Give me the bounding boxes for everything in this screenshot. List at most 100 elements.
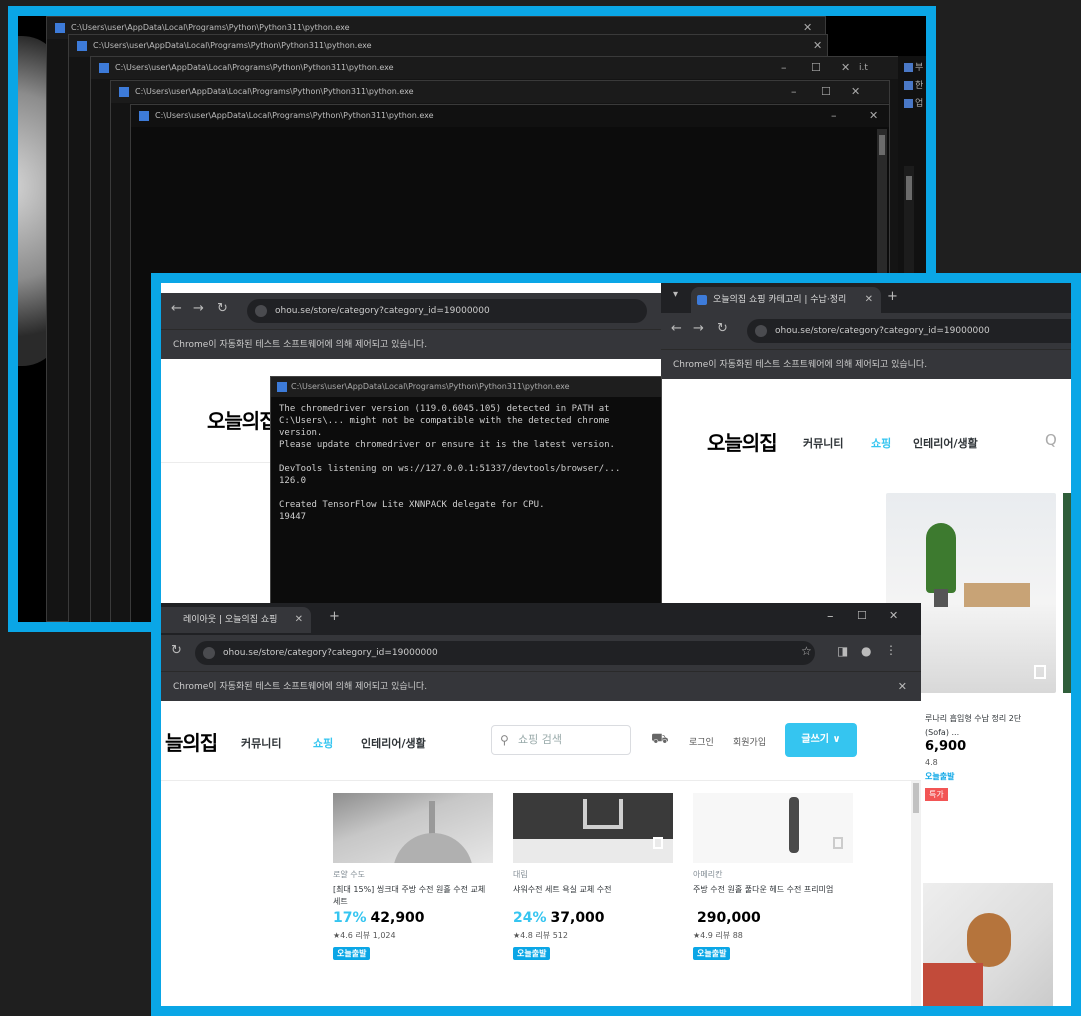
tab-menu-icon[interactable]: ▾ [673,289,678,300]
search-icon[interactable]: Q [1045,431,1057,449]
product-discount: 24% [513,910,547,926]
nav-community[interactable]: 커뮤니티 [241,735,281,751]
product-image[interactable] [693,793,853,863]
product-card[interactable]: 로얄 수도 [최대 15%] 씽크대 주방 수전 원홀 수전 교체 세트 17%… [333,793,493,960]
close-tab-icon[interactable]: ✕ [865,287,873,313]
close-infobar-icon[interactable]: ✕ [898,672,907,701]
python-icon [99,63,109,73]
scroll-thumb[interactable] [913,783,919,813]
scrap-icon[interactable] [653,837,663,849]
nav-shopping[interactable]: 쇼핑 [313,735,333,751]
signup-link[interactable]: 회원가입 [733,735,766,748]
terminal-window[interactable]: C:\Users\user\AppData\Local\Programs\Pyt… [270,376,662,616]
site-info-icon[interactable] [755,325,767,337]
nav-community[interactable]: 커뮤니티 [803,435,843,451]
site-info-icon[interactable] [203,647,215,659]
nav-shopping[interactable]: 쇼핑 [871,435,891,451]
reload-icon[interactable]: ↻ [171,643,182,658]
product-badge: 오늘출발 [925,772,955,781]
tab-active[interactable]: 레이아웃 | 오늘의집 쇼핑 ✕ [161,607,311,633]
minimize-icon[interactable]: – [781,57,787,79]
faucet-icon [789,797,799,853]
site-logo[interactable]: 오늘의집 [707,427,778,456]
folder-icon [904,63,913,72]
minimize-icon[interactable]: – [791,81,797,103]
product-image-partial[interactable] [1063,493,1071,693]
nav-interior[interactable]: 인테리어/생활 [913,435,978,451]
address-bar-row: ↻ ohou.se/store/category?category_id=190… [161,635,921,671]
product-rating: 4.8 [925,758,938,767]
product-card[interactable]: 아메리칸 주방 수전 원홀 풀다운 헤드 수전 프리미엄 290,000 ★4.… [693,793,853,960]
product-image[interactable] [513,793,673,863]
url-field[interactable]: ohou.se/store/category?category_id=19000… [195,641,815,665]
product-brand: 대림 [513,870,528,879]
product-name: [최대 15%] 씽크대 주방 수전 원홀 수전 교체 세트 [333,885,486,906]
close-icon[interactable]: ✕ [851,81,860,103]
minimize-icon[interactable]: – [827,609,834,624]
product-price: 6,900 [925,739,967,754]
sink-basin [393,833,473,863]
close-icon[interactable]: ✕ [869,105,878,127]
close-icon[interactable]: ✕ [889,609,898,622]
cart-icon[interactable]: ⛟ [651,731,669,749]
close-icon[interactable]: ✕ [813,35,822,57]
side-item[interactable]: 부 [904,60,923,73]
favicon-icon [697,295,707,305]
new-tab-icon[interactable]: + [887,289,898,304]
product-card[interactable]: 대림 샤워수전 세트 욕실 교체 수전 24% 37,000 ★4.8 리뷰 51… [513,793,673,960]
search-input[interactable]: ⚲ 쇼핑 검색 [491,725,631,755]
product-discount: 17% [333,910,367,926]
browser-window-front[interactable]: 레이아웃 | 오늘의집 쇼핑 ✕ + – ☐ ✕ ↻ ohou.se/store/… [161,603,921,1006]
product-name: 루나리 흡입형 수납 정리 2단 [925,714,1022,723]
reload-icon[interactable]: ↻ [717,321,728,336]
tab-active[interactable]: 오늘의집 쇼핑 카테고리 | 수납·정리 ✕ [691,287,881,313]
close-tab-icon[interactable]: ✕ [295,607,303,633]
console-title: C:\Users\user\AppData\Local\Programs\Pyt… [93,41,372,50]
site-logo[interactable]: 오늘의집 [207,405,278,434]
reload-icon[interactable]: ↻ [217,301,228,316]
scrap-icon[interactable] [1034,665,1046,679]
forward-icon[interactable]: → [693,321,704,336]
teddy-bear-icon [967,913,1011,967]
product-price-row: 17% 42,900 [333,910,493,926]
side-item[interactable]: 업 [904,96,923,109]
login-link[interactable]: 로그인 [689,735,714,748]
scroll-thumb[interactable] [879,135,885,155]
nav-interior[interactable]: 인테리어/생활 [361,735,426,751]
profile-icon[interactable]: ● [861,644,871,658]
maximize-icon[interactable]: ☐ [857,609,867,622]
page-scrollbar[interactable] [911,781,921,1006]
product-image-teddy[interactable] [923,883,1053,1006]
cabinet [964,583,1030,607]
write-button[interactable]: 글쓰기 ∨ [785,723,857,757]
automation-infobar: Chrome이 자동화된 테스트 소프트웨어에 의해 제어되고 있습니다. [661,349,1071,379]
site-logo[interactable]: 늘의집 [165,727,218,756]
minimize-icon[interactable]: – [831,105,837,127]
back-icon[interactable]: ← [671,321,682,336]
product-image[interactable] [333,793,493,863]
url-field[interactable]: ohou.se/store/category?category_id=19000… [747,319,1071,343]
bookmark-star-icon[interactable]: ☆ [801,644,812,658]
close-icon[interactable]: ✕ [841,57,850,79]
product-badge: 오늘출발 [693,947,731,960]
maximize-icon[interactable]: ☐ [821,81,831,103]
address-bar-row: ← → ↻ ohou.se/store/category?category_id… [161,293,661,329]
scrap-icon[interactable] [833,837,843,849]
product-price: 42,900 [370,910,425,926]
tab-strip: 레이아웃 | 오늘의집 쇼핑 ✕ + – ☐ ✕ [161,603,921,635]
side-panel-icon[interactable]: ◨ [837,644,848,658]
console-title: C:\Users\user\AppData\Local\Programs\Pyt… [115,63,394,72]
faucet-icon [583,799,623,829]
site-info-icon[interactable] [255,305,267,317]
product-card-side[interactable]: 루나리 흡입형 수납 정리 2단 (Sofa) ... 6,900 4.8 오늘… [925,713,1071,801]
back-icon[interactable]: ← [171,301,182,316]
new-tab-icon[interactable]: + [329,609,340,624]
maximize-icon[interactable]: ☐ [811,57,821,79]
forward-icon[interactable]: → [193,301,204,316]
url-field[interactable]: ohou.se/store/category?category_id=19000… [247,299,647,323]
side-item[interactable]: 한 [904,78,923,91]
automation-infobar: Chrome이 자동화된 테스트 소프트웨어에 의해 제어되고 있습니다. ✕ [161,671,921,701]
browser-stack-frame: ← → ↻ ohou.se/store/category?category_id… [151,273,1081,1016]
menu-icon[interactable]: ⋮ [885,643,897,657]
scroll-thumb[interactable] [906,176,912,200]
